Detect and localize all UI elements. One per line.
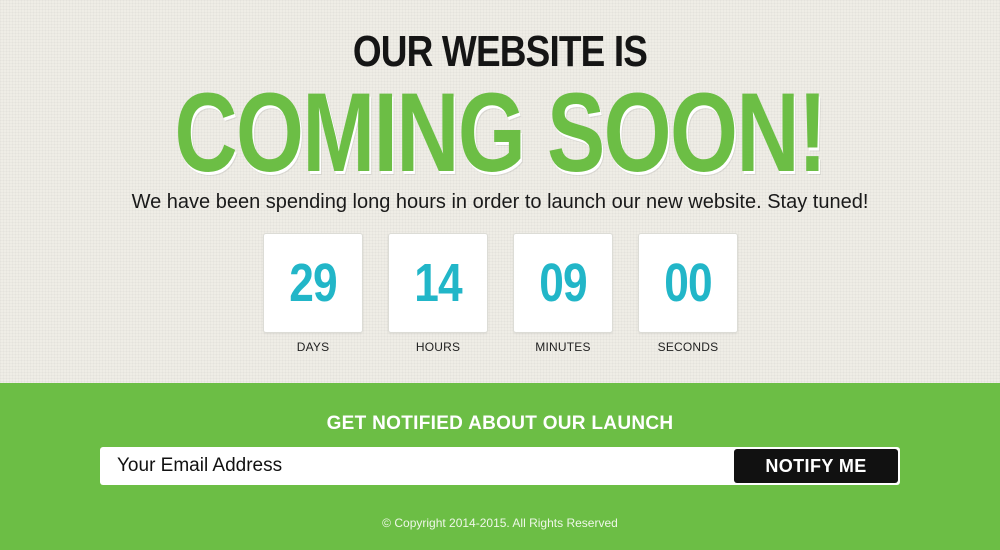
countdown-minutes-box: 09 (513, 233, 613, 333)
copyright-text: © Copyright 2014-2015. All Rights Reserv… (382, 516, 618, 530)
signup-title: GET NOTIFIED ABOUT OUR LAUNCH (326, 413, 674, 434)
headline-small: OUR WEBSITE IS (352, 27, 648, 76)
email-input[interactable] (100, 447, 734, 485)
hero-section: OUR WEBSITE IS COMING SOON! We have been… (0, 0, 1000, 383)
notify-me-button[interactable]: NOTIFY ME (734, 449, 898, 483)
countdown-seconds-box: 00 (638, 233, 738, 333)
signup-section: GET NOTIFIED ABOUT OUR LAUNCH NOTIFY ME … (0, 383, 1000, 550)
countdown-hours-value: 14 (414, 253, 462, 313)
countdown-minutes: 09 MINUTES (513, 233, 613, 354)
countdown-days: 29 DAYS (263, 233, 363, 354)
tagline: We have been spending long hours in orde… (131, 191, 869, 213)
countdown: 29 DAYS 14 HOURS 09 MINUTES 00 SECONDS (0, 233, 1000, 363)
countdown-hours: 14 HOURS (388, 233, 488, 354)
countdown-seconds-value: 00 (664, 253, 712, 313)
countdown-days-value: 29 (289, 253, 337, 313)
countdown-minutes-label: MINUTES (535, 340, 591, 354)
countdown-seconds-label: SECONDS (657, 340, 719, 354)
headline-coming-soon: COMING SOON! (174, 70, 827, 195)
countdown-hours-box: 14 (388, 233, 488, 333)
countdown-seconds: 00 SECONDS (638, 233, 738, 354)
signup-form: NOTIFY ME (100, 447, 900, 485)
countdown-minutes-value: 09 (539, 253, 587, 313)
countdown-hours-label: HOURS (415, 340, 461, 354)
countdown-days-label: DAYS (296, 340, 330, 354)
countdown-days-box: 29 (263, 233, 363, 333)
